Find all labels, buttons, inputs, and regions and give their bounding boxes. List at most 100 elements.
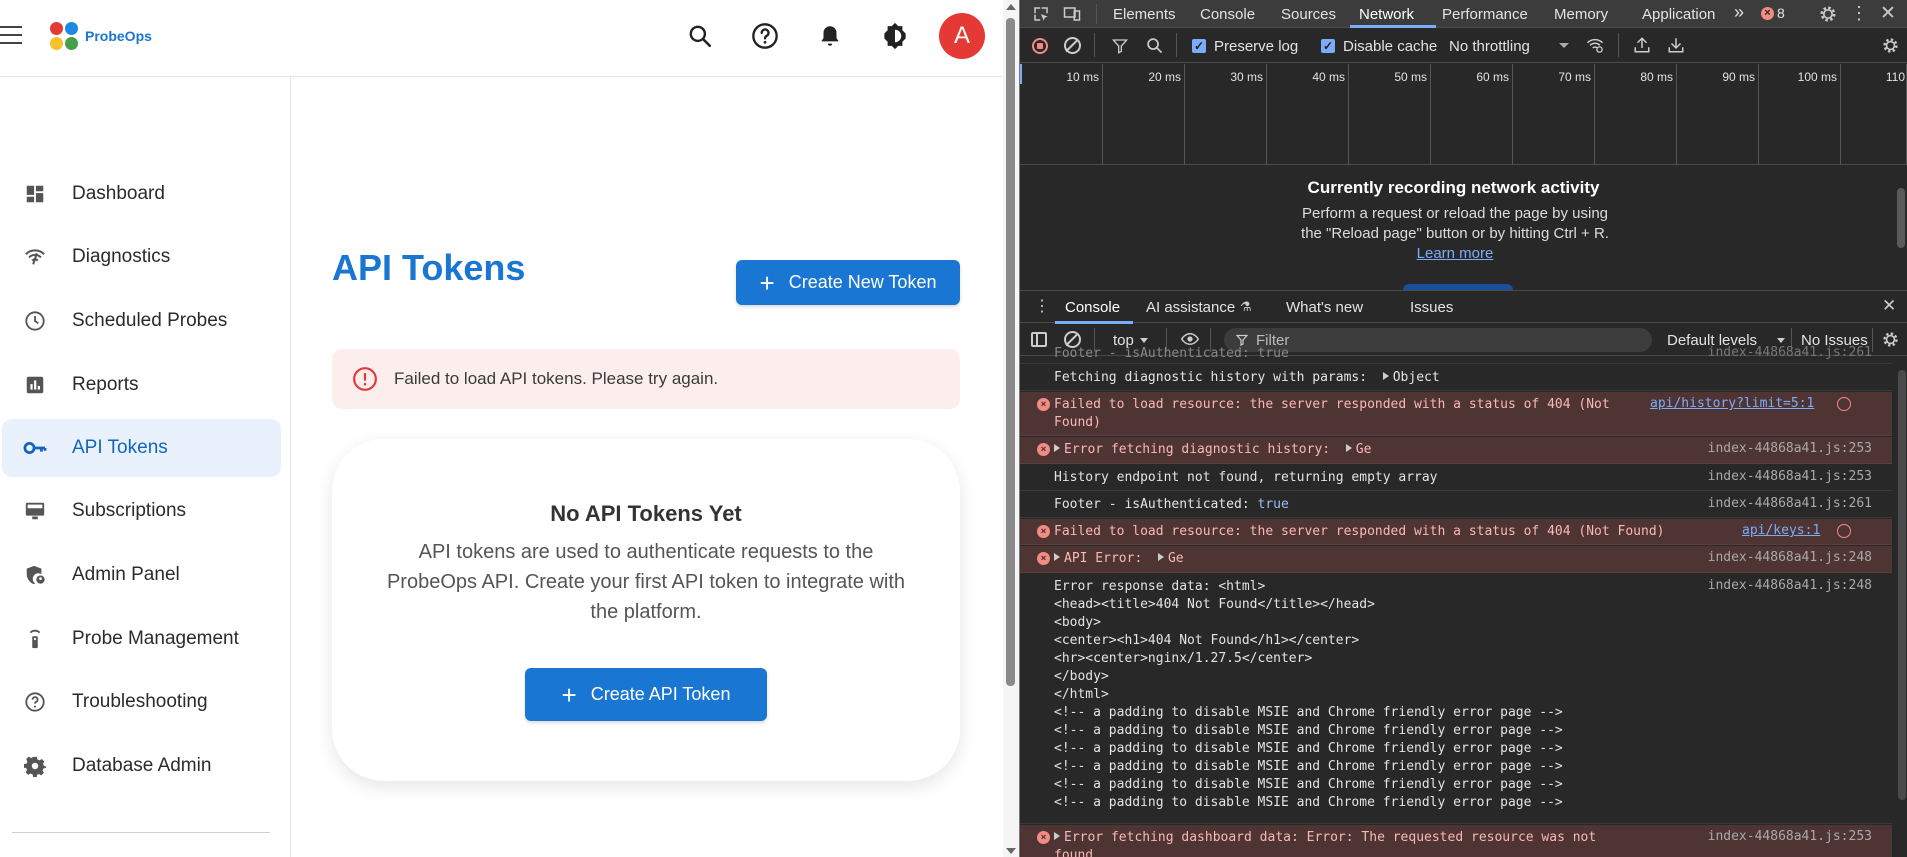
tab-network[interactable]: Network	[1359, 6, 1414, 23]
sidebar-item-label: Troubleshooting	[72, 691, 208, 712]
drawer-tab-ai-assistance[interactable]: AI assistance	[1146, 299, 1235, 316]
question-icon	[22, 689, 48, 715]
sidebar-item-label: Probe Management	[72, 628, 239, 649]
sidebar-item-admin-panel[interactable]: Admin Panel	[2, 546, 281, 604]
network-request-icon[interactable]	[1837, 397, 1851, 411]
console-message[interactable]: History endpoint not found, returning em…	[1020, 465, 1892, 491]
user-avatar[interactable]: A	[939, 13, 985, 59]
disable-cache-checkbox[interactable]: ✓	[1321, 39, 1335, 53]
expand-triangle-icon[interactable]	[1054, 832, 1060, 840]
sidebar-item-scheduled-probes[interactable]: Scheduled Probes	[2, 292, 281, 350]
network-settings-icon[interactable]	[1881, 36, 1900, 60]
drawer-tab-whats-new[interactable]: What's new	[1286, 299, 1363, 316]
search-icon[interactable]	[1146, 37, 1163, 59]
scroll-down-arrow[interactable]	[1006, 848, 1016, 854]
console-message[interactable]: Error response data: <html> <head><title…	[1020, 574, 1892, 824]
chevron-down-icon[interactable]	[1140, 338, 1148, 343]
help-icon[interactable]	[747, 18, 783, 54]
recording-title: Currently recording network activity	[1307, 178, 1600, 197]
drawer-tab-console[interactable]: Console	[1065, 299, 1120, 316]
source-link[interactable]: index-44868a41.js:248	[1708, 578, 1872, 593]
scrollbar-thumb[interactable]	[1006, 18, 1015, 686]
preserve-log-checkbox[interactable]: ✓	[1192, 39, 1206, 53]
clear-icon[interactable]	[1064, 37, 1081, 54]
drawer-menu-icon[interactable]: ⋮	[1034, 296, 1050, 316]
filter-icon[interactable]	[1111, 37, 1129, 60]
expand-triangle-icon[interactable]	[1054, 553, 1060, 561]
console-message-text: Footer - isAuthenticated: true	[1054, 497, 1289, 512]
source-link[interactable]: index-44868a41.js:261	[1708, 345, 1872, 360]
inspect-element-icon[interactable]	[1032, 5, 1050, 28]
probe-icon	[22, 626, 48, 652]
sidebar-item-troubleshooting[interactable]: Troubleshooting	[2, 673, 281, 731]
sidebar-item-subscriptions[interactable]: Subscriptions	[2, 482, 281, 540]
sidebar-item-api-tokens[interactable]: API Tokens	[2, 419, 281, 477]
record-stop-icon[interactable]	[1032, 38, 1048, 54]
throttling-select[interactable]: No throttling	[1449, 38, 1530, 55]
tab-console[interactable]: Console	[1200, 6, 1255, 23]
console-message[interactable]: Footer - isAuthenticated: true index-448…	[1020, 492, 1892, 518]
expand-triangle-icon[interactable]	[1157, 553, 1164, 561]
source-link[interactable]: index-44868a41.js:253	[1708, 469, 1872, 484]
page-scrollbar[interactable]	[1003, 0, 1019, 857]
expand-triangle-icon[interactable]	[1054, 444, 1060, 452]
console-error[interactable]: × Error fetching dashboard data: Error: …	[1020, 825, 1892, 857]
network-conditions-icon[interactable]	[1584, 36, 1606, 59]
expand-triangle-icon[interactable]	[1345, 444, 1352, 452]
chevron-down-icon[interactable]	[1777, 338, 1785, 343]
network-timeline[interactable]: 10 ms 20 ms 30 ms 40 ms 50 ms 60 ms 70 m…	[1020, 64, 1907, 165]
error-badge-icon[interactable]: ×	[1761, 7, 1774, 20]
search-icon[interactable]	[682, 18, 718, 54]
settings-icon[interactable]	[1818, 4, 1838, 29]
preserve-log-label: Preserve log	[1214, 38, 1299, 55]
expand-triangle-icon[interactable]	[1382, 372, 1389, 380]
create-api-token-button[interactable]: + Create API Token	[525, 668, 767, 721]
console-scrollbar[interactable]	[1898, 370, 1906, 800]
sidebar-item-probe-management[interactable]: Probe Management	[2, 610, 281, 668]
network-request-icon[interactable]	[1837, 524, 1851, 538]
empty-state-card: No API Tokens Yet API tokens are used to…	[332, 439, 960, 781]
close-drawer-icon[interactable]: ✕	[1882, 296, 1896, 316]
console-message[interactable]: Fetching diagnostic history with params:…	[1020, 365, 1892, 391]
console-message[interactable]: Footer - isAuthenticated: true index-448…	[1020, 345, 1892, 364]
create-new-token-label: Create New Token	[788, 272, 937, 292]
create-api-token-label: Create API Token	[590, 684, 731, 704]
close-devtools-icon[interactable]: ✕	[1880, 2, 1896, 25]
recording-scrollbar[interactable]	[1897, 188, 1905, 248]
timeline-tick: 10 ms	[1066, 64, 1103, 165]
tab-performance[interactable]: Performance	[1442, 6, 1528, 23]
create-new-token-button[interactable]: + Create New Token	[736, 260, 960, 305]
more-tabs-button[interactable]: »	[1734, 2, 1744, 23]
console-error[interactable]: × API Error: Ge index-44868a41.js:248	[1020, 546, 1892, 573]
scroll-up-arrow[interactable]	[1006, 4, 1016, 10]
import-har-icon[interactable]	[1633, 36, 1651, 59]
tab-elements[interactable]: Elements	[1113, 6, 1176, 23]
drawer-tab-issues[interactable]: Issues	[1410, 299, 1453, 316]
resource-link[interactable]: api/keys:1	[1742, 523, 1820, 538]
source-link[interactable]: index-44868a41.js:253	[1708, 441, 1872, 456]
learn-more-link[interactable]: Learn more	[1417, 245, 1494, 262]
console-error[interactable]: × Failed to load resource: the server re…	[1020, 519, 1892, 545]
theme-toggle-icon[interactable]	[877, 18, 913, 54]
sidebar-item-database-admin[interactable]: Database Admin	[2, 737, 281, 795]
kebab-menu-icon[interactable]: ⋮	[1850, 3, 1868, 24]
console-error[interactable]: × Error fetching diagnostic history: Ge …	[1020, 437, 1892, 464]
sidebar-item-diagnostics[interactable]: Diagnostics	[2, 228, 281, 286]
error-count[interactable]: 8	[1777, 5, 1785, 21]
chevron-down-icon[interactable]	[1559, 43, 1569, 48]
device-toolbar-icon[interactable]	[1062, 5, 1082, 28]
tab-sources[interactable]: Sources	[1281, 6, 1336, 23]
menu-icon[interactable]	[0, 26, 24, 46]
resource-link[interactable]: api/history?limit=5:1	[1650, 396, 1814, 411]
source-link[interactable]: index-44868a41.js:253	[1708, 829, 1872, 844]
tab-memory[interactable]: Memory	[1554, 6, 1608, 23]
tab-application[interactable]: Application	[1642, 6, 1715, 23]
export-har-icon[interactable]	[1667, 36, 1685, 59]
console-error[interactable]: × Failed to load resource: the server re…	[1020, 392, 1892, 436]
sidebar-item-dashboard[interactable]: Dashboard	[2, 165, 281, 223]
source-link[interactable]: index-44868a41.js:248	[1708, 550, 1872, 565]
timeline-tick: 80 ms	[1640, 64, 1677, 165]
sidebar-item-reports[interactable]: Reports	[2, 356, 281, 414]
source-link[interactable]: index-44868a41.js:261	[1708, 496, 1872, 511]
bell-icon[interactable]	[812, 18, 848, 54]
